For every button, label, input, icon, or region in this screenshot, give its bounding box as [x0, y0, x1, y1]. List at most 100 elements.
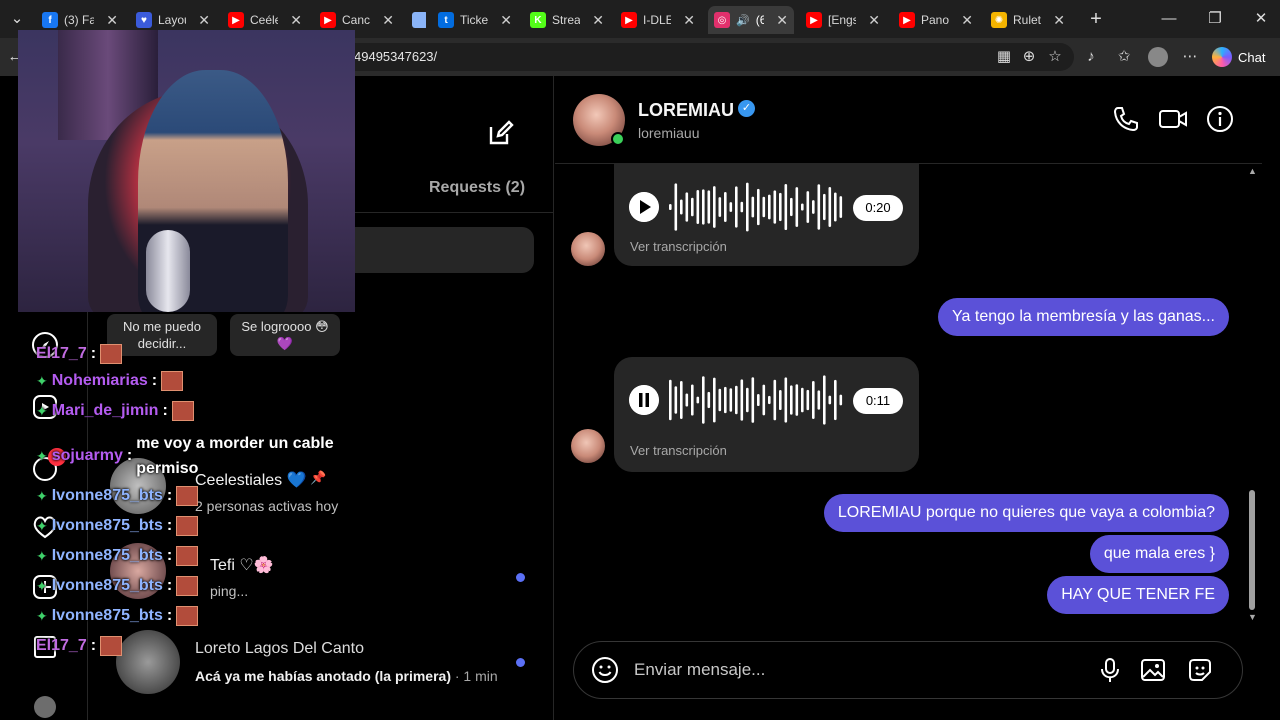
- new-message-compose-icon[interactable]: [486, 118, 516, 148]
- waveform-bar: [691, 197, 694, 217]
- waveform: [669, 375, 843, 425]
- waveform-bar: [680, 199, 683, 215]
- new-tab-plus-icon[interactable]: +: [1087, 9, 1105, 29]
- favorites-bar-icon[interactable]: ✩: [1115, 48, 1133, 66]
- browser-tab[interactable]: t Ticketm ✕: [432, 6, 518, 34]
- view-transcript-link[interactable]: Ver transcripción: [630, 443, 727, 458]
- waveform-bar: [724, 192, 727, 222]
- message-list: 0:20 Ver transcripción Ya tengo la membr…: [555, 164, 1262, 634]
- sticker-icon[interactable]: [1186, 656, 1214, 684]
- browser-tab[interactable]: ✺ Ruleta ✕: [985, 6, 1071, 34]
- url-field[interactable]: 49495347623/: [338, 43, 1074, 71]
- online-status-dot: [611, 132, 625, 146]
- chat-separator: :: [126, 447, 133, 464]
- video-call-icon[interactable]: [1158, 104, 1188, 134]
- waveform-bar: [691, 384, 694, 416]
- tab-label: Stream: [552, 13, 581, 27]
- play-button-icon[interactable]: [629, 192, 659, 222]
- chat-separator: :: [166, 517, 173, 534]
- waveform-bar: [718, 197, 722, 217]
- close-tab-icon[interactable]: ✕: [592, 12, 604, 29]
- view-transcript-link[interactable]: Ver transcripción: [630, 239, 727, 254]
- tab-label: I-DLE "I: [643, 13, 672, 27]
- waveform-bar: [707, 190, 711, 224]
- waveform-bar: [806, 191, 810, 223]
- tab-label: Panorar: [921, 13, 950, 27]
- outgoing-message: Ya tengo la membresía y las ganas...: [938, 298, 1229, 336]
- tab-list-chevron-icon[interactable]: ⌄: [8, 10, 26, 28]
- close-window-icon[interactable]: ✕: [1252, 10, 1270, 28]
- chat-username: Ivonne875_bts: [51, 547, 163, 564]
- pause-button-icon[interactable]: [629, 385, 659, 415]
- contact-name[interactable]: LOREMIAU: [638, 100, 734, 121]
- restore-icon[interactable]: ❐: [1206, 10, 1224, 28]
- browser-tab[interactable]: ▶ [Engsub ✕: [800, 6, 886, 34]
- kick-icon: K: [530, 12, 546, 28]
- browser-tab[interactable]: ◎ 🔊 (6) ✕: [708, 6, 794, 34]
- browser-tab[interactable]: K Stream ✕: [524, 6, 610, 34]
- minimize-icon[interactable]: —: [1160, 10, 1178, 28]
- outgoing-message: HAY QUE TENER FE: [1047, 576, 1229, 614]
- thread-scrollbar[interactable]: ▲ ▼: [1247, 166, 1259, 626]
- phone-call-icon[interactable]: [1111, 104, 1141, 134]
- waveform-bar: [680, 381, 683, 419]
- close-tab-icon[interactable]: ✕: [868, 12, 880, 29]
- emoji-picker-icon[interactable]: [591, 656, 619, 684]
- browser-tab[interactable]: ▶ Panorar ✕: [893, 6, 979, 34]
- chat-username: Ivonne875_bts: [51, 487, 163, 504]
- tab-label: (6): [755, 13, 765, 27]
- message-input[interactable]: [634, 657, 1074, 683]
- browser-tab[interactable]: [406, 6, 426, 34]
- waveform-bar: [779, 389, 782, 411]
- browser-tab[interactable]: ▶ I-DLE "I ✕: [615, 6, 701, 34]
- waveform-bar: [696, 190, 700, 224]
- scroll-thumb[interactable]: [1249, 490, 1255, 610]
- favorite-star-icon[interactable]: ☆: [1046, 48, 1064, 66]
- waveform-bar: [828, 187, 832, 227]
- close-tab-icon[interactable]: ✕: [290, 12, 302, 29]
- emote-icon: [100, 344, 123, 364]
- close-tab-icon[interactable]: ✕: [1053, 12, 1065, 29]
- tab-label: CeéleTV: [250, 13, 279, 27]
- profile-avatar[interactable]: [1148, 47, 1168, 67]
- tab-label: Ticketm: [460, 13, 489, 27]
- zoom-icon[interactable]: ⊕: [1020, 48, 1038, 66]
- scroll-up-arrow-icon[interactable]: ▲: [1248, 166, 1257, 176]
- waveform-bar: [729, 388, 733, 412]
- waveform-bar: [790, 385, 793, 415]
- scroll-down-arrow-icon[interactable]: ▼: [1248, 612, 1257, 622]
- extensions-icon[interactable]: ♪: [1082, 48, 1100, 66]
- close-tab-icon[interactable]: ✕: [500, 12, 512, 29]
- more-menu-icon[interactable]: ⋯: [1181, 48, 1199, 66]
- gallery-image-icon[interactable]: [1139, 656, 1167, 684]
- youtube-icon: ▶: [320, 12, 336, 28]
- apps-icon[interactable]: ▦: [995, 48, 1013, 66]
- instagram-icon: ◎: [714, 12, 730, 28]
- chat-thread: LOREMIAU ✓ loremiauu 0:20 Ver transcripc…: [555, 76, 1280, 720]
- copilot-chat-button[interactable]: Chat: [1212, 44, 1265, 70]
- emote-icon: [176, 546, 199, 566]
- inbox-search-field[interactable]: [348, 227, 534, 273]
- sender-avatar: [571, 232, 605, 266]
- close-tab-icon[interactable]: ✕: [106, 12, 118, 29]
- requests-tab[interactable]: Requests (2): [429, 179, 525, 197]
- close-tab-icon[interactable]: ✕: [961, 12, 973, 29]
- tab-label: [Engsub: [828, 13, 857, 27]
- outgoing-message: que mala eres }: [1089, 535, 1229, 573]
- microphone-icon[interactable]: [1096, 656, 1124, 684]
- verified-badge-icon: ✓: [738, 100, 755, 117]
- close-tab-icon[interactable]: ✕: [198, 12, 210, 29]
- close-tab-icon[interactable]: ✕: [382, 12, 394, 29]
- conversation-info-icon[interactable]: [1205, 104, 1235, 134]
- wheel-icon: ✺: [991, 12, 1007, 28]
- waveform-bar: [685, 393, 689, 407]
- stream-chat-line: ✦ Ivonne875_bts:: [36, 606, 199, 626]
- stream-chat-line: ✦ Nohemiarias:: [36, 371, 184, 391]
- close-tab-icon[interactable]: ✕: [683, 12, 695, 29]
- tab-label: Cancion: [342, 13, 371, 27]
- unread-dot: [516, 658, 525, 667]
- speaker-icon[interactable]: 🔊: [736, 14, 750, 27]
- waveform-bar: [751, 196, 755, 218]
- close-tab-icon[interactable]: ✕: [776, 12, 788, 29]
- waveform-bar: [674, 183, 678, 231]
